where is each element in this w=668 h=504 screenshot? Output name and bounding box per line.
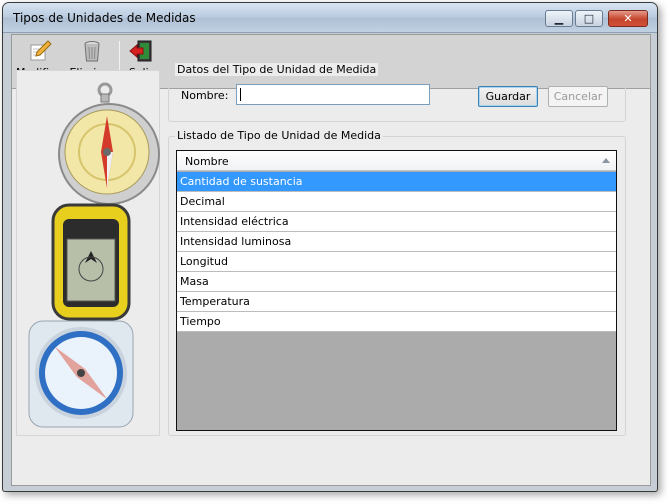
exit-door-icon	[129, 40, 152, 62]
sort-ascending-icon	[602, 158, 610, 163]
close-button[interactable]: ✕	[608, 10, 648, 27]
table-row[interactable]: Longitud	[177, 252, 616, 272]
units-grid[interactable]: Nombre Cantidad de sustancia Decimal Int…	[176, 150, 617, 431]
column-header-nombre[interactable]: Nombre	[177, 151, 616, 171]
trash-icon	[84, 41, 100, 62]
table-row[interactable]: Intensidad eléctrica	[177, 212, 616, 232]
minimize-button[interactable]: ▁	[545, 10, 573, 27]
table-row[interactable]: Masa	[177, 272, 616, 292]
maximize-button[interactable]: □	[575, 10, 603, 27]
table-row[interactable]: Temperatura	[177, 292, 616, 312]
table-row[interactable]: Tiempo	[177, 312, 616, 332]
edit-icon	[30, 40, 52, 61]
table-row[interactable]: Cantidad de sustancia	[177, 172, 616, 192]
image-panel	[16, 70, 160, 436]
title-bar[interactable]: Tipos de Unidades de Medidas ▁ □ ✕	[3, 3, 657, 33]
name-input[interactable]	[236, 84, 430, 105]
cancel-button[interactable]: Cancelar	[548, 86, 608, 107]
column-header-label: Nombre	[185, 155, 229, 168]
data-group-title: Datos del Tipo de Unidad de Medida	[175, 63, 379, 76]
save-button[interactable]: Guardar	[478, 86, 538, 107]
name-label: Nombre:	[181, 89, 229, 102]
window-title: Tipos de Unidades de Medidas	[13, 11, 196, 25]
grid-rows: Cantidad de sustancia Decimal Intensidad…	[177, 172, 616, 332]
gps-device-icon	[51, 203, 131, 321]
compass-icon	[58, 82, 160, 204]
table-row[interactable]: Decimal	[177, 192, 616, 212]
navigation-compass-icon	[28, 320, 134, 428]
text-cursor	[240, 88, 241, 101]
table-row[interactable]: Intensidad luminosa	[177, 232, 616, 252]
list-group-title: Listado de Tipo de Unidad de Medida	[175, 129, 383, 142]
